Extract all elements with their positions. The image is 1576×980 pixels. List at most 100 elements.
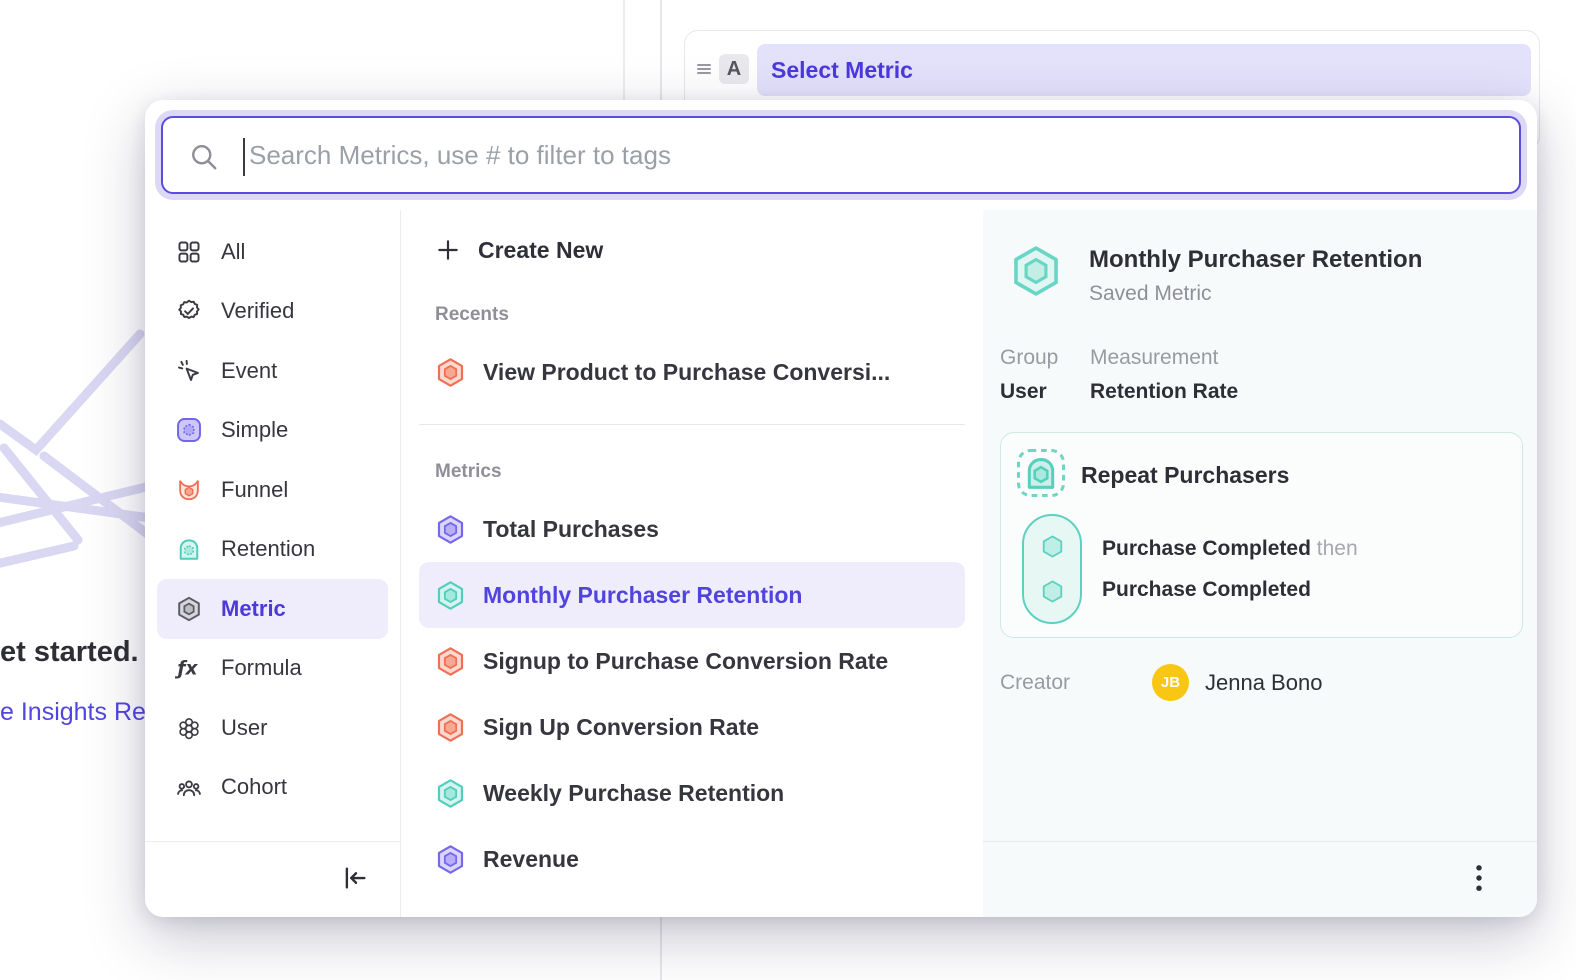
sidebar-item-label: User (221, 715, 267, 741)
collapse-panel-icon (340, 881, 370, 896)
detail-title: Monthly Purchaser Retention (1089, 246, 1422, 274)
step-one-event: Purchase Completed (1102, 537, 1311, 560)
sidebar-item-label: Metric (221, 596, 286, 622)
kebab-menu-icon (1465, 883, 1493, 898)
sidebar-item-label: Retention (221, 536, 315, 562)
metric-hexagon-icon (435, 514, 466, 545)
step-connector: then (1317, 537, 1358, 560)
sidebar-item-label: Event (221, 358, 277, 384)
metric-item-total-purchases[interactable]: Total Purchases (419, 496, 965, 562)
formula-fx-icon: ƒx (175, 654, 203, 682)
group-label: Group (1000, 346, 1090, 370)
select-metric-label: Select Metric (771, 57, 913, 84)
creator-row: Creator JB Jenna Bono (983, 664, 1537, 701)
repeat-purchasers-cohort-icon (1015, 447, 1067, 504)
retention-definition-card: Repeat Purchasers Purchase Completed the… (1000, 432, 1523, 638)
sidebar-item-formula[interactable]: ƒx Formula (157, 639, 388, 699)
metric-item-label: View Product to Purchase Conversi... (483, 359, 890, 386)
creator-label: Creator (1000, 671, 1152, 695)
metric-item-revenue[interactable]: Revenue (419, 826, 965, 892)
retention-arch-icon (175, 535, 203, 563)
event-steps: Purchase Completed then Purchase Complet… (1102, 514, 1358, 624)
plus-icon (435, 237, 461, 263)
metric-hexagon-icon (435, 646, 466, 677)
sidebar-item-user[interactable]: User (157, 698, 388, 758)
metric-detail-panel: Monthly Purchaser Retention Saved Metric… (983, 210, 1537, 917)
sidebar-item-label: Funnel (221, 477, 288, 503)
sidebar-item-label: Simple (221, 417, 288, 443)
sidebar-item-label: Verified (221, 298, 294, 324)
metric-item-signup-to-purchase-conversion-rate[interactable]: Signup to Purchase Conversion Rate (419, 628, 965, 694)
metric-item-weekly-purchase-retention[interactable]: Weekly Purchase Retention (419, 760, 965, 826)
more-options-button[interactable] (1461, 857, 1497, 902)
metric-item-label: Monthly Purchaser Retention (483, 582, 802, 609)
metric-item-label: Total Purchases (483, 516, 659, 543)
drag-handle-icon[interactable] (695, 60, 713, 83)
verified-seal-icon (175, 297, 203, 325)
metric-item-label: Weekly Purchase Retention (483, 780, 784, 807)
metric-list-column: Create New Recents View Product to Purch… (401, 210, 983, 917)
cursor-spark-icon (175, 357, 203, 385)
metric-item-label: Revenue (483, 846, 579, 873)
list-divider (419, 424, 965, 425)
series-a-badge: A (719, 54, 749, 84)
metric-item-sign-up-conversion-rate[interactable]: Sign Up Conversion Rate (419, 694, 965, 760)
metric-item-label: Sign Up Conversion Rate (483, 714, 759, 741)
metric-hexagon-icon (435, 712, 466, 743)
metric-hexagon-icon (435, 778, 466, 809)
recents-section-label: Recents (435, 304, 965, 326)
sidebar-item-cohort[interactable]: Cohort (157, 758, 388, 818)
metric-picker-modal: All Verified Event Simple (145, 100, 1537, 917)
filter-sidebar: All Verified Event Simple (145, 210, 401, 917)
metric-hexagon-icon (435, 844, 466, 875)
metric-hexagon-icon (175, 595, 203, 623)
detail-footer (983, 841, 1537, 917)
metric-item-monthly-purchaser-retention[interactable]: Monthly Purchaser Retention (419, 562, 965, 628)
group-value: User (1000, 380, 1090, 404)
detail-meta: Group User Measurement Retention Rate (983, 346, 1537, 404)
metric-hexagon-icon (435, 357, 466, 388)
sidebar-item-verified[interactable]: Verified (157, 282, 388, 342)
sidebar-item-all[interactable]: All (157, 222, 388, 282)
sidebar-item-label: Cohort (221, 774, 287, 800)
detail-subtitle: Saved Metric (1089, 282, 1422, 306)
sidebar-item-event[interactable]: Event (157, 341, 388, 401)
event-hexagon-icon (1039, 578, 1066, 605)
metric-search-box (161, 116, 1521, 194)
create-new-button[interactable]: Create New (419, 224, 965, 276)
saved-metric-hexagon-icon (1009, 244, 1063, 306)
measurement-value: Retention Rate (1090, 380, 1238, 404)
search-input[interactable] (163, 118, 1519, 192)
detail-header: Monthly Purchaser Retention Saved Metric (983, 244, 1537, 306)
card-title: Repeat Purchasers (1081, 462, 1289, 489)
event-hexagon-icon (1039, 533, 1066, 560)
funnel-icon (175, 476, 203, 504)
metrics-section-label: Metrics (435, 461, 965, 483)
creator-avatar: JB (1152, 664, 1189, 701)
user-cluster-icon (175, 714, 203, 742)
decorative-lines-illustration (0, 328, 152, 628)
measurement-label: Measurement (1090, 346, 1238, 370)
background-divider-short (623, 0, 625, 102)
grid-icon (175, 238, 203, 266)
svg-text:ƒx: ƒx (175, 659, 198, 680)
metric-hexagon-icon (435, 580, 466, 611)
event-sequence-capsule (1022, 514, 1082, 624)
metric-item-label: Signup to Purchase Conversion Rate (483, 648, 888, 675)
step-two-event: Purchase Completed (1102, 578, 1311, 601)
simple-hexagon-icon (175, 416, 203, 444)
sidebar-item-funnel[interactable]: Funnel (157, 460, 388, 520)
sidebar-item-retention[interactable]: Retention (157, 520, 388, 580)
sidebar-footer (145, 841, 400, 917)
creator-name: Jenna Bono (1205, 670, 1322, 696)
collapse-sidebar-button[interactable] (336, 859, 374, 900)
sidebar-item-simple[interactable]: Simple (157, 401, 388, 461)
sidebar-item-label: Formula (221, 655, 302, 681)
sidebar-item-metric[interactable]: Metric (157, 579, 388, 639)
background-insights-link-fragment[interactable]: e Insights Re (0, 698, 146, 727)
cohort-people-icon (175, 773, 203, 801)
background-headline-fragment: et started. (0, 636, 139, 669)
sidebar-item-label: All (221, 239, 245, 265)
recent-metric-item[interactable]: View Product to Purchase Conversi... (419, 339, 965, 405)
select-metric-button[interactable]: Select Metric (757, 44, 1531, 96)
